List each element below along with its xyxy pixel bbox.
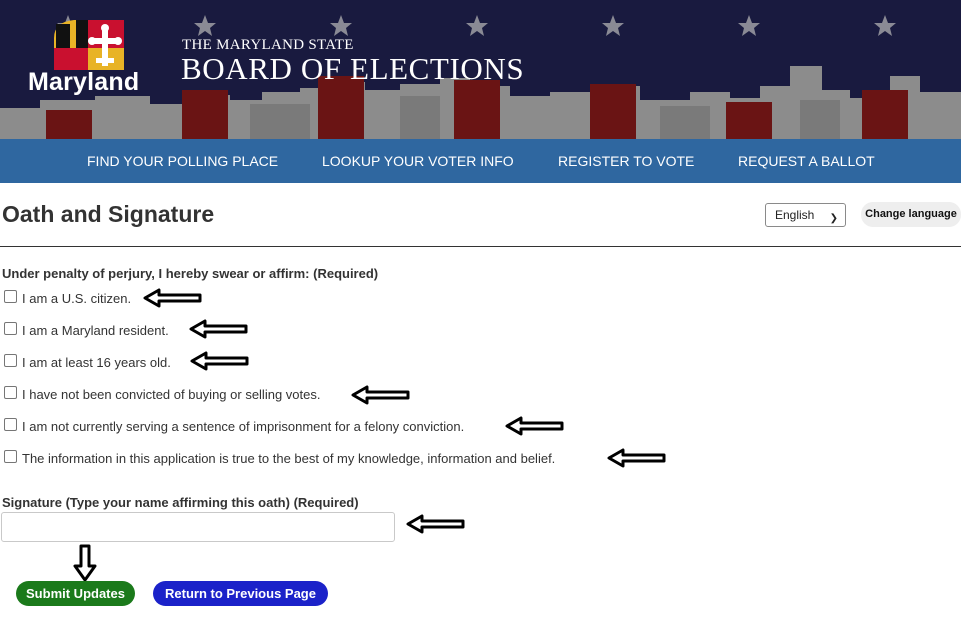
divider: [0, 246, 961, 247]
oath-label-true-info[interactable]: The information in this application is t…: [22, 451, 555, 466]
oath-checkbox-true-info[interactable]: [4, 450, 17, 463]
oath-checkbox-votes[interactable]: [4, 386, 17, 399]
logo-text[interactable]: Maryland: [28, 68, 139, 97]
oath-label-felony[interactable]: I am not currently serving a sentence of…: [22, 419, 464, 434]
arrow-left-icon: [143, 288, 202, 308]
arrow-down-icon: [73, 544, 97, 582]
oath-checkbox-citizen[interactable]: [4, 290, 17, 303]
header-title[interactable]: BOARD OF ELECTIONS: [181, 51, 524, 87]
oath-heading: Under penalty of perjury, I hereby swear…: [2, 266, 379, 281]
change-language-button[interactable]: Change language: [861, 202, 961, 227]
arrow-left-icon: [189, 319, 248, 339]
arrow-left-icon: [607, 448, 666, 468]
arrow-left-icon: [406, 514, 465, 534]
signature-label: Signature (Type your name affirming this…: [2, 495, 359, 510]
arrow-left-icon: [351, 385, 410, 405]
nav-lookup-voter-info[interactable]: LOOKUP YOUR VOTER INFO: [322, 153, 514, 169]
page-title: Oath and Signature: [2, 201, 215, 227]
nav-find-polling-place[interactable]: FIND YOUR POLLING PLACE: [87, 153, 278, 169]
signature-input[interactable]: [1, 512, 395, 542]
oath-label-votes[interactable]: I have not been convicted of buying or s…: [22, 387, 320, 402]
return-previous-page-button[interactable]: Return to Previous Page: [153, 581, 328, 606]
arrow-left-icon: [505, 416, 564, 436]
oath-label-age[interactable]: I am at least 16 years old.: [22, 355, 171, 370]
oath-checkbox-age[interactable]: [4, 354, 17, 367]
submit-updates-button[interactable]: Submit Updates: [16, 581, 135, 606]
oath-checkbox-resident[interactable]: [4, 322, 17, 335]
oath-checkbox-felony[interactable]: [4, 418, 17, 431]
oath-label-resident[interactable]: I am a Maryland resident.: [22, 323, 169, 338]
main-nav: FIND YOUR POLLING PLACE LOOKUP YOUR VOTE…: [0, 139, 961, 183]
nav-request-ballot[interactable]: REQUEST A BALLOT: [738, 153, 875, 169]
chevron-down-icon: ❯: [829, 213, 838, 224]
header-banner: Maryland THE MARYLAND STATE BOARD OF ELE…: [0, 0, 961, 139]
language-select[interactable]: English ❯: [765, 203, 846, 227]
nav-register-to-vote[interactable]: REGISTER TO VOTE: [558, 153, 694, 169]
oath-label-citizen[interactable]: I am a U.S. citizen.: [22, 291, 131, 306]
arrow-left-icon: [190, 351, 249, 371]
language-select-value: English: [775, 208, 815, 222]
